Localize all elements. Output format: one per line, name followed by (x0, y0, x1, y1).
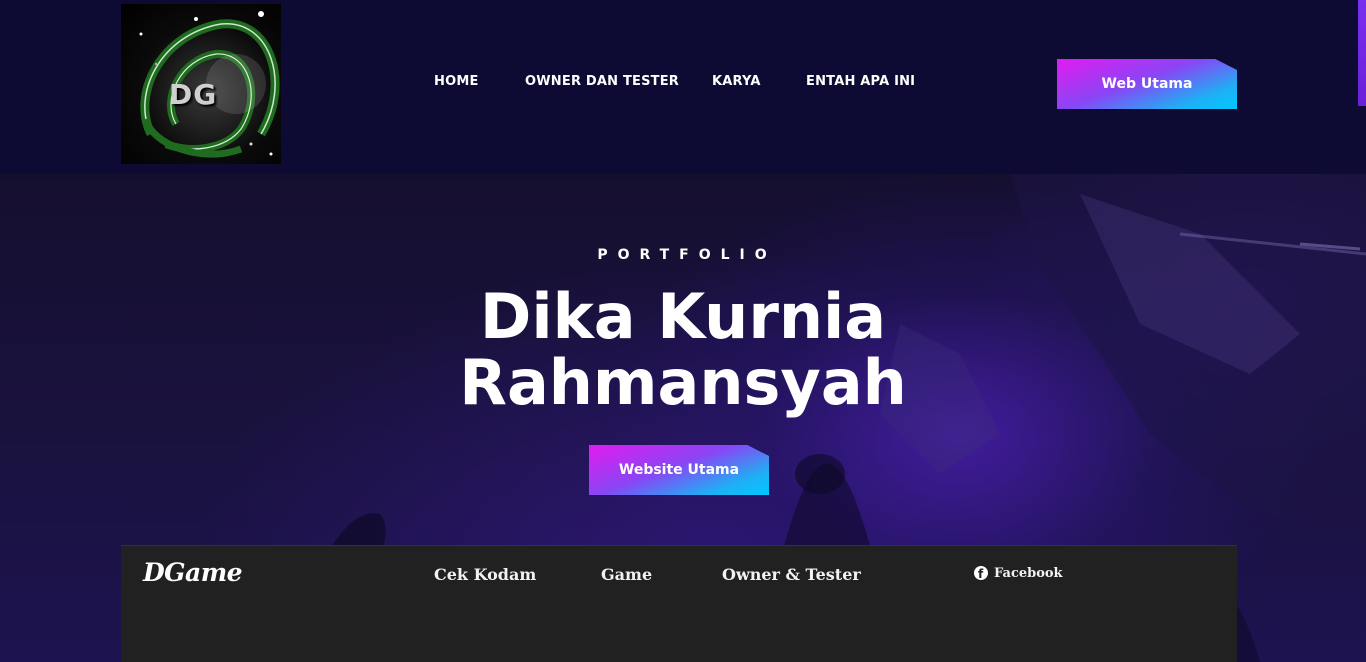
hero-title: Dika Kurnia Rahmansyah (0, 284, 1366, 416)
website-utama-button[interactable]: Website Utama (589, 445, 769, 495)
footer-link-game[interactable]: Game (601, 565, 652, 584)
footer-card: DGame Cek Kodam Game Owner & Tester f Fa… (121, 545, 1237, 662)
scrollbar-thumb[interactable] (1358, 0, 1366, 106)
nav-karya[interactable]: KARYA (712, 74, 761, 89)
nav-entah-apa-ini[interactable]: ENTAH APA INI (806, 74, 915, 89)
site-header: DG HOME OWNER DAN TESTER KARYA ENTAH APA… (0, 0, 1366, 174)
footer-link-cek-kodam[interactable]: Cek Kodam (434, 565, 536, 584)
hero-title-line1: Dika Kurnia (479, 280, 887, 353)
facebook-label: Facebook (994, 565, 1063, 581)
facebook-icon: f (974, 566, 988, 581)
nav-owner-dan-tester[interactable]: OWNER DAN TESTER (525, 74, 679, 89)
web-utama-button[interactable]: Web Utama (1057, 59, 1237, 109)
footer-brand[interactable]: DGame (143, 558, 243, 587)
nav-home[interactable]: HOME (434, 74, 479, 89)
hero-title-line2: Rahmansyah (459, 346, 907, 419)
hero-subtitle: PORTFOLIO (597, 247, 777, 263)
footer-facebook-link[interactable]: f Facebook (974, 565, 1063, 581)
footer-link-owner-tester[interactable]: Owner & Tester (722, 565, 861, 584)
